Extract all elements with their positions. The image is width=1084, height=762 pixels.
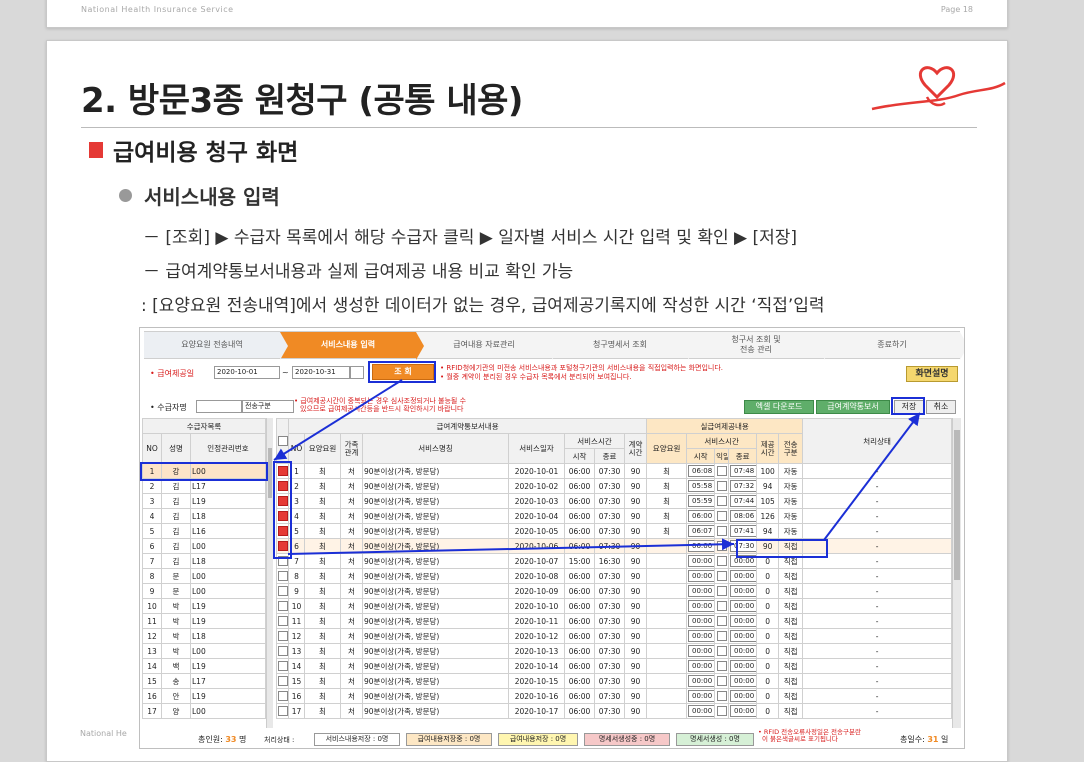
- instruction-line-1: － [조회] ▶ 수급자 목록에서 해당 수급자 클릭 ▶ 일자별 서비스 시간…: [143, 228, 798, 248]
- arrow-time-to-save: [823, 412, 921, 541]
- circle-bullet-icon: [119, 189, 132, 202]
- status-chip-statement-created: 명세서생성 : 0명: [676, 733, 754, 746]
- status-footer: 총인원: 33 명 처리상태 : 서비스내용저장 : 0명 급여내용저장중 : …: [144, 729, 960, 746]
- status-chip-benefit-saved: 급여내용저장 : 0명: [498, 733, 578, 746]
- red-square-bullet-icon: [89, 142, 103, 158]
- total-unit: 명: [239, 735, 247, 744]
- previous-slide: National Health Insurance Service Page 1…: [46, 0, 1008, 28]
- main-slide: 2. 방문3종 원청구 (공통 내용) 급여비용 청구 화면 서비스내용 입력 …: [46, 40, 1008, 762]
- previous-slide-page-number: Page 18: [940, 5, 973, 14]
- section-heading-text: 급여비용 청구 화면: [113, 140, 299, 166]
- days-value: 31: [927, 735, 939, 744]
- status-label: 처리상태 :: [264, 736, 295, 744]
- app-screenshot: 요양요원 전송내역 서비스내용 입력 급여내용 자료관리 청구명세서 조회 청구…: [139, 327, 965, 749]
- rfid-note-2: 이 붉은색글씨로 표기됩니다: [762, 735, 838, 743]
- instruction-line-2: － 급여계약통보서내용과 실제 급여제공 내용 비교 확인 가능: [143, 262, 574, 282]
- status-chip-service-saved: 서비스내용저장 : 0명: [314, 733, 400, 746]
- status-chip-statement-creating: 명세서생성중 : 0명: [584, 733, 670, 746]
- total-value: 33: [225, 735, 237, 744]
- title-divider: [81, 127, 977, 128]
- arrow-row-to-time: [287, 538, 735, 555]
- slide-title: 2. 방문3종 원청구 (공통 내용): [81, 81, 523, 121]
- annotation-arrows: [273, 379, 921, 555]
- days-label: 총일수:: [900, 735, 925, 744]
- arrow-search-to-list: [273, 379, 403, 461]
- previous-slide-footer: National Health Insurance Service: [81, 5, 234, 14]
- total-label: 총인원:: [198, 735, 223, 744]
- slide-footer-partial: National He: [80, 729, 127, 738]
- ribbon-logo-icon: [871, 66, 1006, 111]
- status-chip-benefit-saving: 급여내용저장중 : 0명: [406, 733, 492, 746]
- subsection-heading: 서비스내용 입력: [119, 181, 280, 210]
- instruction-line-3: : [요양요원 전송내역]에서 생성한 데이터가 없는 경우, 급여제공기록지에…: [141, 296, 825, 316]
- subsection-heading-text: 서비스내용 입력: [144, 185, 280, 209]
- days-unit: 일: [941, 735, 949, 744]
- section-heading: 급여비용 청구 화면: [89, 133, 298, 167]
